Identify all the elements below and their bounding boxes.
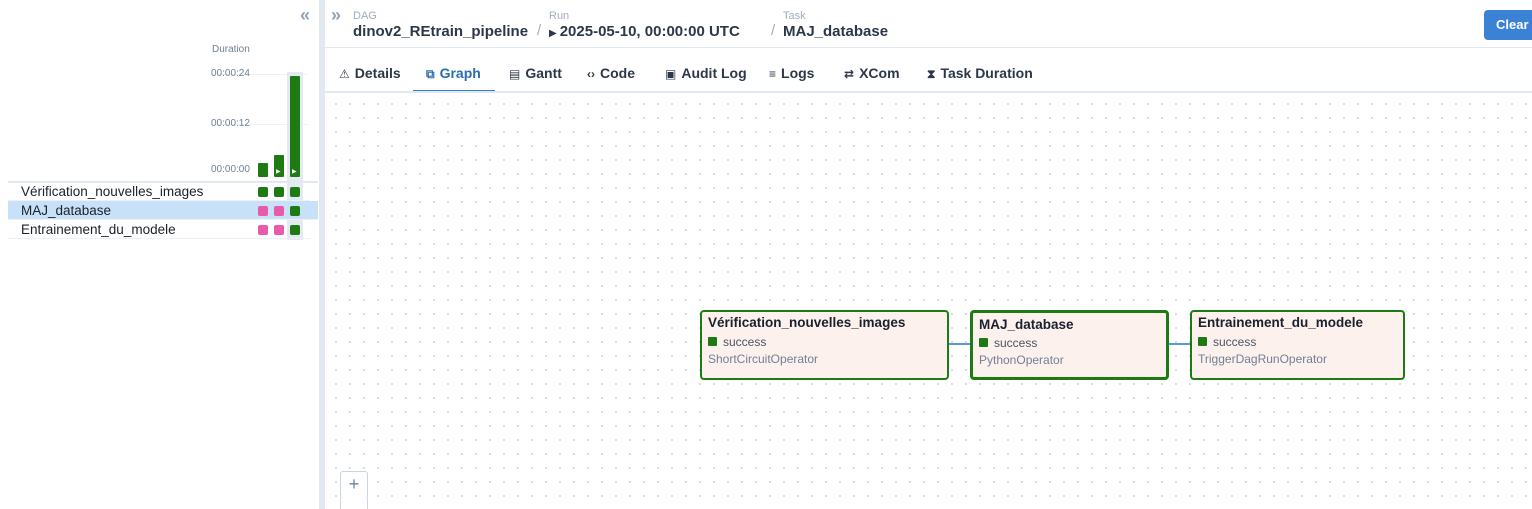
warning-icon: ⚠ xyxy=(339,67,350,81)
breadcrumb-separator: / xyxy=(537,22,542,39)
task-instance-success[interactable] xyxy=(258,187,268,197)
status-text: success xyxy=(994,336,1038,350)
tab-details[interactable]: ⚠ Details xyxy=(339,54,401,92)
play-icon: ▶ xyxy=(292,169,297,175)
breadcrumb-label: Run xyxy=(549,10,570,22)
gantt-icon: ▤ xyxy=(509,67,521,81)
breadcrumb-label: Task xyxy=(783,10,806,22)
task-instance-success[interactable] xyxy=(290,187,300,197)
task-name: Entrainement_du_modele xyxy=(21,222,176,237)
tab-logs[interactable]: ≡ Logs xyxy=(769,54,814,92)
breadcrumb-run[interactable]: Run ▶ 2025-05-10, 00:00:00 UTC xyxy=(549,10,740,43)
task-name: MAJ_database xyxy=(21,203,112,218)
tab-audit-log[interactable]: ▣ Audit Log xyxy=(665,54,747,92)
run-duration-bar[interactable]: ▶ xyxy=(290,76,300,177)
xcom-icon: ⇄ xyxy=(844,67,855,81)
task-instance-skipped[interactable] xyxy=(274,206,284,216)
tab-label: Graph xyxy=(439,65,481,81)
status-text: success xyxy=(723,335,767,349)
tick-label: 00:00:12 xyxy=(211,118,250,129)
graph-canvas[interactable]: Vérification_nouvelles_images success Sh… xyxy=(325,93,1532,509)
tab-label: XCom xyxy=(859,65,900,81)
task-row[interactable]: Vérification_nouvelles_images xyxy=(8,182,310,201)
node-title: Entrainement_du_modele xyxy=(1198,315,1364,330)
code-icon: ‹› xyxy=(587,67,595,81)
tab-gantt[interactable]: ▤ Gantt xyxy=(509,54,562,92)
graph-edge xyxy=(1168,343,1191,345)
header-divider xyxy=(325,47,1532,48)
tab-xcom[interactable]: ⇄ XCom xyxy=(844,54,900,92)
tick-label: 00:00:00 xyxy=(211,164,250,175)
breadcrumb-task[interactable]: Task MAJ_database xyxy=(783,10,888,41)
breadcrumb-dag[interactable]: DAG dinov2_REtrain_pipeline xyxy=(353,10,528,41)
play-icon: ▶ xyxy=(276,169,281,175)
airflow-app: « Duration 00:00:24 00:00:12 00:00:00 ▶ … xyxy=(0,0,1532,509)
graph-node-selected[interactable]: MAJ_database success PythonOperator xyxy=(970,310,1169,380)
tab-label: Audit Log xyxy=(681,65,747,81)
task-row[interactable]: Entrainement_du_modele xyxy=(8,220,310,239)
node-status: success xyxy=(979,336,1037,350)
run-id: 2025-05-10, 00:00:00 UTC xyxy=(559,23,740,40)
tab-task-duration[interactable]: ⧗ Task Duration xyxy=(927,54,1033,92)
zoom-out-button[interactable] xyxy=(340,498,368,509)
task-instance-success[interactable] xyxy=(290,225,300,235)
audit-log-icon: ▣ xyxy=(665,67,677,81)
run-duration-bar[interactable] xyxy=(258,163,268,177)
hourglass-icon: ⧗ xyxy=(927,67,936,81)
status-square-icon xyxy=(979,338,988,347)
task-id: MAJ_database xyxy=(783,23,889,40)
tab-code[interactable]: ‹› Code xyxy=(587,54,635,92)
dag-id: dinov2_REtrain_pipeline xyxy=(353,23,529,40)
task-instance-success[interactable] xyxy=(274,187,284,197)
graph-node[interactable]: Entrainement_du_modele success TriggerDa… xyxy=(1190,310,1405,380)
task-instance-skipped[interactable] xyxy=(258,225,268,235)
node-operator: ShortCircuitOperator xyxy=(708,352,819,366)
graph-edge xyxy=(948,343,971,345)
tab-label: Gantt xyxy=(525,65,562,81)
tab-label: Task Duration xyxy=(940,65,1033,81)
node-operator: TriggerDagRunOperator xyxy=(1198,352,1327,366)
zoom-in-button[interactable]: + xyxy=(340,471,368,499)
tab-graph[interactable]: ⧉ Graph xyxy=(413,54,495,92)
run-duration-bar[interactable]: ▶ xyxy=(274,155,284,177)
task-instance-success[interactable] xyxy=(290,206,300,216)
node-operator: PythonOperator xyxy=(979,353,1064,367)
task-instance-skipped[interactable] xyxy=(274,225,284,235)
grid-panel: « Duration 00:00:24 00:00:12 00:00:00 ▶ … xyxy=(0,0,318,509)
status-square-icon xyxy=(1198,337,1207,346)
node-status: success xyxy=(708,335,766,349)
graph-node[interactable]: Vérification_nouvelles_images success Sh… xyxy=(700,310,949,380)
breadcrumb-label: DAG xyxy=(353,10,377,22)
details-panel: » DAG dinov2_REtrain_pipeline / Run ▶ 202… xyxy=(325,0,1532,509)
tab-label: Code xyxy=(600,65,635,81)
run-type-icon: ▶ xyxy=(549,28,557,39)
task-name: Vérification_nouvelles_images xyxy=(21,184,204,199)
expand-icon[interactable]: » xyxy=(331,6,341,24)
tick-label: 00:00:24 xyxy=(211,68,250,79)
tab-bar: ⚠ Details ⧉ Graph ▤ Gantt ‹› Code ▣ Audit Log… xyxy=(325,54,1532,92)
breadcrumb-separator: / xyxy=(771,22,776,39)
clear-task-button[interactable]: Clear task xyxy=(1484,10,1532,40)
task-row-selected[interactable]: MAJ_database xyxy=(8,201,318,220)
node-title: MAJ_database xyxy=(979,317,1074,332)
collapse-grid-icon[interactable]: « xyxy=(300,6,310,24)
task-instance-skipped[interactable] xyxy=(258,206,268,216)
tab-label: Logs xyxy=(781,65,815,81)
node-title: Vérification_nouvelles_images xyxy=(708,315,906,330)
tab-label: Details xyxy=(354,65,401,81)
duration-label: Duration xyxy=(212,44,250,55)
status-text: success xyxy=(1213,335,1257,349)
node-status: success xyxy=(1198,335,1256,349)
status-square-icon xyxy=(708,337,717,346)
graph-icon: ⧉ xyxy=(426,67,435,81)
logs-icon: ≡ xyxy=(769,67,777,81)
